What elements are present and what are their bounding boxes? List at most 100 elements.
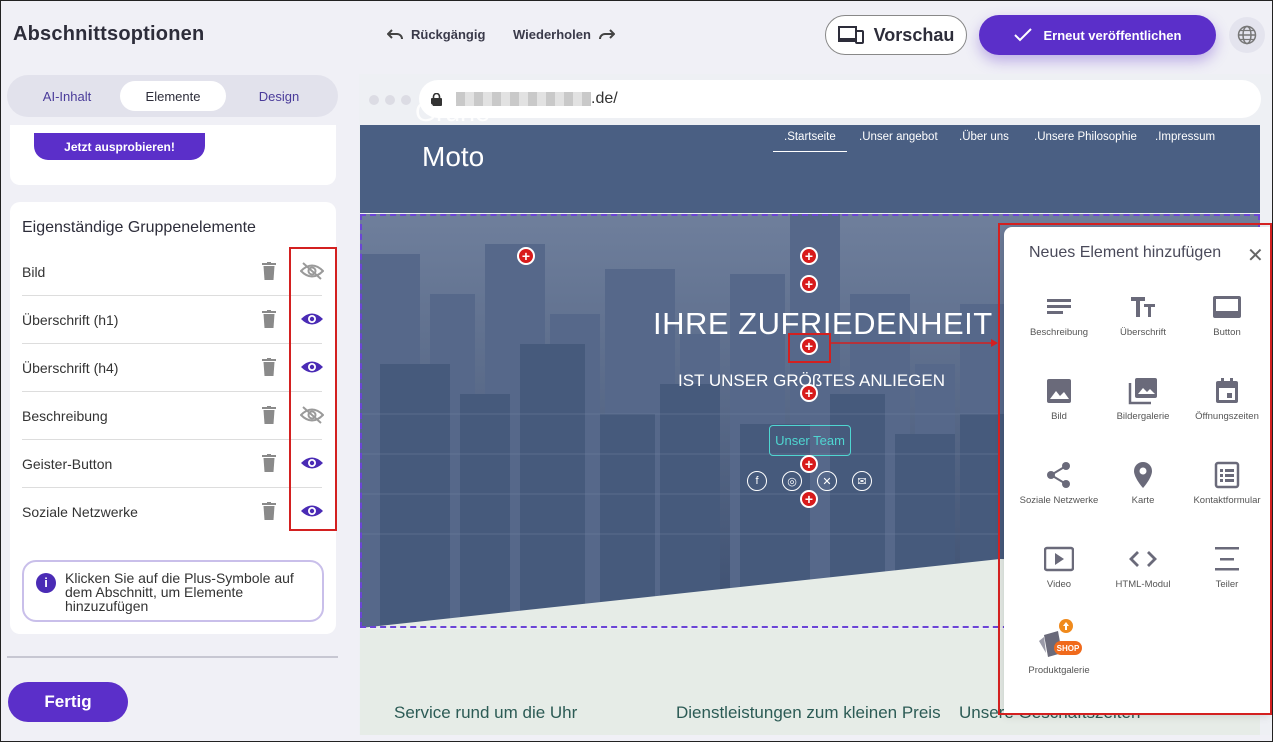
- plus-highlight: [788, 333, 831, 363]
- add-heading[interactable]: Überschrift: [1101, 293, 1185, 338]
- undo-label: Rückgängig: [411, 27, 486, 42]
- image-icon: [1047, 379, 1071, 403]
- x-icon[interactable]: ✕: [817, 471, 837, 491]
- hero-team-button[interactable]: Unser Team: [769, 425, 851, 456]
- map-pin-icon: [1134, 462, 1152, 488]
- add-description[interactable]: Beschreibung: [1017, 293, 1101, 338]
- url-text: .de/: [591, 90, 618, 107]
- item-label: Kontaktformular: [1193, 495, 1261, 506]
- done-button[interactable]: Fertig: [8, 682, 128, 722]
- add-image[interactable]: Bild: [1017, 377, 1101, 422]
- facebook-icon[interactable]: f: [747, 471, 767, 491]
- trash-icon[interactable]: [262, 310, 276, 328]
- trash-icon[interactable]: [262, 262, 276, 280]
- nav-philosophie[interactable]: .Unsere Philosophie: [1034, 131, 1137, 143]
- text-lines-icon: [1047, 299, 1071, 314]
- tab-bar: AI-Inhalt Elemente Design: [7, 75, 338, 117]
- visibility-highlight: [289, 247, 337, 531]
- video-icon: [1044, 546, 1074, 572]
- trash-icon[interactable]: [262, 502, 276, 520]
- devices-icon: [837, 26, 864, 44]
- preview-button[interactable]: Vorschau: [825, 15, 967, 55]
- item-label: Produktgalerie: [1028, 665, 1090, 676]
- preview-label: Vorschau: [873, 24, 955, 45]
- element-label: Soziale Netzwerke: [22, 504, 138, 520]
- divider-icon: [1215, 547, 1239, 571]
- element-row-bild: Bild: [22, 248, 324, 296]
- add-element-plus[interactable]: +: [517, 247, 535, 265]
- item-label: Bild: [1051, 411, 1067, 422]
- hint-text: Klicken Sie auf die Plus-Symbole auf dem…: [65, 570, 294, 614]
- add-video[interactable]: Video: [1017, 545, 1101, 590]
- undo-icon: [387, 28, 403, 39]
- add-product-gallery[interactable]: SHOP Produktgalerie: [1017, 619, 1101, 676]
- add-element-plus[interactable]: +: [800, 384, 818, 402]
- window-dots: [369, 95, 411, 105]
- add-button[interactable]: Button: [1185, 293, 1269, 338]
- element-row-ghost-button: Geister-Button: [22, 440, 323, 488]
- form-icon: [1214, 461, 1240, 489]
- nav-startseite[interactable]: .Startseite: [773, 131, 847, 152]
- nav-ueber-uns[interactable]: .Über uns: [959, 131, 1009, 143]
- globe-icon: [1237, 25, 1257, 45]
- lower-col-2: Dienstleistungen zum kleinen Preis: [676, 703, 941, 722]
- panel-title: Abschnittsoptionen: [13, 23, 205, 45]
- trash-icon[interactable]: [262, 406, 276, 424]
- nav-angebot[interactable]: .Unser angebot: [859, 131, 938, 143]
- trash-icon[interactable]: [262, 358, 276, 376]
- heading-icon: [1131, 297, 1155, 317]
- add-contact-form[interactable]: Kontaktformular: [1185, 461, 1269, 506]
- add-html-module[interactable]: HTML-Modul: [1101, 545, 1185, 590]
- item-label: Überschrift: [1120, 327, 1166, 338]
- element-label: Geister-Button: [22, 455, 113, 472]
- language-button[interactable]: [1229, 17, 1265, 53]
- add-element-plus[interactable]: +: [800, 275, 818, 293]
- url-bar[interactable]: .de/: [419, 80, 1261, 118]
- button-icon: [1213, 296, 1241, 318]
- publish-label: Erneut veröffentlichen: [1043, 27, 1182, 43]
- element-label: Überschrift (h1): [22, 311, 119, 328]
- email-icon[interactable]: ✉: [852, 471, 872, 491]
- info-icon: i: [36, 573, 56, 593]
- undo-button[interactable]: Rückgängig: [387, 27, 485, 42]
- trash-icon[interactable]: [262, 454, 276, 472]
- site-logo-top: Grüne: [415, 97, 491, 127]
- tab-ai-content[interactable]: AI-Inhalt: [15, 81, 119, 111]
- tab-design[interactable]: Design: [229, 81, 329, 111]
- add-element-plus[interactable]: +: [800, 455, 818, 473]
- divider: [7, 656, 338, 658]
- item-label: HTML-Modul: [1115, 579, 1171, 590]
- code-icon: [1129, 551, 1157, 567]
- publish-button[interactable]: Erneut veröffentlichen: [979, 15, 1216, 55]
- shop-icon: SHOP: [1039, 619, 1082, 657]
- lower-col-1: Service rund um die Uhr: [394, 703, 578, 722]
- element-label: Überschrift (h4): [22, 359, 119, 376]
- close-icon[interactable]: ✕: [1247, 243, 1264, 268]
- item-label: Button: [1213, 327, 1241, 338]
- add-element-plus[interactable]: +: [800, 247, 818, 265]
- try-button[interactable]: Jetzt ausprobieren!: [34, 133, 205, 160]
- redo-icon: [598, 28, 615, 39]
- share-icon: [1047, 462, 1070, 488]
- add-divider[interactable]: Teiler: [1185, 545, 1269, 590]
- add-element-plus[interactable]: +: [800, 490, 818, 508]
- tab-elements[interactable]: Elemente: [120, 81, 226, 111]
- element-row-beschreibung: Beschreibung: [22, 392, 324, 440]
- instagram-icon[interactable]: ◎: [782, 471, 802, 491]
- nav-impressum[interactable]: .Impressum: [1155, 131, 1215, 143]
- add-gallery[interactable]: Bildergalerie: [1101, 377, 1185, 422]
- element-label: Bild: [22, 263, 46, 280]
- item-label: Bildergalerie: [1116, 411, 1170, 422]
- item-label: Soziale Netzwerke: [1019, 495, 1099, 506]
- redo-button[interactable]: Wiederholen: [513, 27, 615, 42]
- redo-label: Wiederholen: [513, 27, 591, 42]
- add-social[interactable]: Soziale Netzwerke: [1017, 461, 1101, 506]
- item-label: Öffnungszeiten: [1195, 411, 1259, 422]
- gallery-icon: [1128, 378, 1157, 405]
- hint-box: i Klicken Sie auf die Plus-Symbole auf d…: [22, 560, 324, 622]
- element-row-h1: Überschrift (h1): [22, 296, 323, 344]
- add-opening-hours[interactable]: Öffnungszeiten: [1185, 377, 1269, 422]
- add-map[interactable]: Karte: [1101, 461, 1185, 506]
- item-label: Beschreibung: [1029, 327, 1089, 338]
- item-label: Video: [1046, 579, 1072, 590]
